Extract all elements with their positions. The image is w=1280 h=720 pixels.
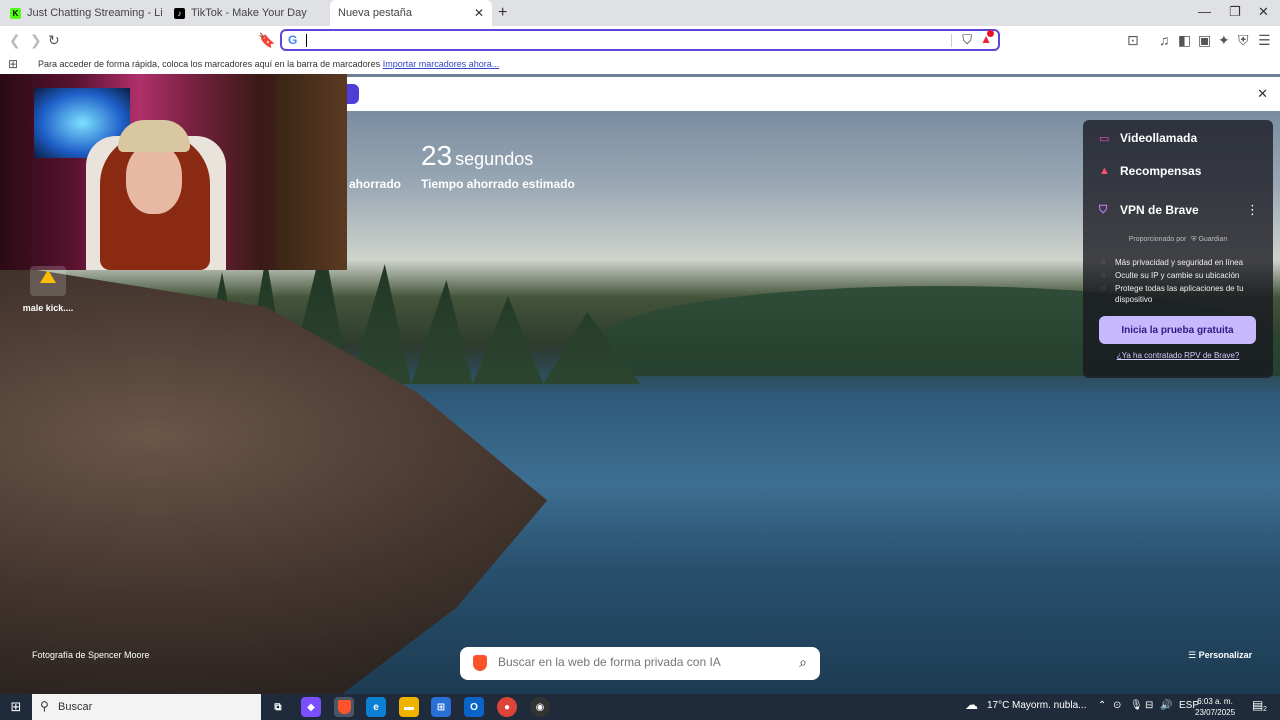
notifications-icon[interactable]: ▤ [1252, 698, 1263, 712]
brave-shields-icon[interactable]: ⛉ [962, 32, 972, 48]
text-caret [306, 34, 307, 47]
tab-search-icon[interactable]: ⊡ [1127, 31, 1139, 49]
file-explorer-icon[interactable]: ▬ [399, 697, 419, 717]
saved-label-partial: ahorrado [349, 177, 402, 191]
customize-icon: ☰ [1188, 650, 1199, 660]
widget-panel: ▭ Videollamada ▲ Recompensas ⛉ VPN de Br… [1083, 120, 1273, 378]
edge-icon[interactable]: e [366, 697, 386, 717]
brave-lion-icon [473, 655, 487, 671]
tab-label: Just Chatting Streaming - Live Stream [27, 7, 162, 19]
tab-label: Nueva pestaña [338, 7, 412, 19]
address-bar[interactable]: G ⛉ ▲ [280, 29, 1000, 51]
notification-count: 2 [1263, 706, 1267, 713]
menu-icon[interactable]: ☰ [1258, 31, 1271, 49]
search-icon[interactable]: ⌕ [799, 654, 807, 671]
taskbar-search[interactable]: ⚲ Buscar [32, 694, 261, 720]
search-box[interactable]: ⌕ [460, 647, 820, 680]
video-cap [118, 120, 190, 152]
weather-icon[interactable]: ☁ [965, 697, 978, 713]
outlook-icon[interactable]: O [464, 697, 484, 717]
store-icon[interactable]: ⊞ [431, 697, 451, 717]
powered-by: Proporcionado por ⛨ Guardian [1128, 236, 1228, 243]
vpn-shield-icon: ⛉ [1099, 203, 1108, 216]
rewards-card[interactable]: ▲ Recompensas [1099, 164, 1201, 178]
guardian-icon: ⛨ [1191, 236, 1197, 243]
time-saved-label: Tiempo ahorrado estimado [421, 177, 575, 191]
obs-icon[interactable]: ◉ [530, 697, 550, 717]
rewards-icon: ▲ [1099, 165, 1110, 177]
microphone-icon[interactable]: 🎙 [1130, 700, 1143, 711]
rewards-badge [987, 30, 994, 37]
close-window-button[interactable]: ✕ [1258, 4, 1269, 20]
vpn-benefit: ◌ Oculte su IP y cambie su ubicación [1101, 271, 1240, 280]
new-tab-button[interactable]: + [498, 4, 507, 22]
copilot-icon[interactable]: ◆ [301, 697, 321, 717]
video-call-card[interactable]: ▭ Videollamada [1099, 131, 1197, 145]
leo-ai-icon[interactable]: ✦ [1218, 31, 1230, 49]
close-banner-icon[interactable]: ✕ [1257, 86, 1268, 102]
top-site-label: male kick.... [22, 303, 74, 313]
weather-desc[interactable]: Mayorm. nubla... [1012, 700, 1086, 711]
video-bookshelf [276, 74, 347, 270]
tab-label: TikTok - Make Your Day [191, 7, 307, 19]
tab-kick[interactable]: K Just Chatting Streaming - Live Stream [2, 0, 162, 26]
vpn-benefit: ◌ Protege todas las aplicaciones de tu d… [1101, 284, 1244, 304]
tab-strip: K Just Chatting Streaming - Live Stream … [0, 0, 1280, 26]
top-site-tile[interactable] [30, 266, 66, 296]
bookmark-icon[interactable]: 🔖 [258, 31, 275, 49]
sidebar-icon[interactable]: ◧ [1178, 31, 1191, 49]
meet-now-icon[interactable]: ⊙ [1113, 700, 1121, 711]
check-icon: ◌ [1101, 259, 1106, 266]
vpn-benefit: ◌ Más privacidad y seguridad en línea [1101, 258, 1244, 267]
start-trial-button[interactable]: Inicia la prueba gratuita [1099, 316, 1256, 344]
notification-banner: ✕ [347, 77, 1280, 111]
minimize-button[interactable]: — [1198, 4, 1211, 19]
close-tab-icon[interactable]: ✕ [474, 6, 484, 20]
clock[interactable]: 6:03 a. m. 23/07/2025 [1195, 696, 1235, 718]
google-icon: G [288, 33, 298, 47]
bookmarks-hint: Para acceder de forma rápida, coloca los… [38, 59, 500, 69]
taskbar: ⊞ ⚲ Buscar ⧉ ◆ e ▬ ⊞ O ● ◉ ☁ 17°C Mayorm… [0, 694, 1280, 720]
music-icon[interactable]: ♫ [1159, 31, 1170, 49]
video-call-icon: ▭ [1099, 132, 1110, 145]
task-view-icon[interactable]: ⧉ [268, 697, 288, 717]
tab-new[interactable]: Nueva pestaña ✕ [330, 0, 492, 26]
apps-grid-icon[interactable]: ⊞ [8, 57, 18, 71]
photo-credit[interactable]: Fotografía de Spencer Moore [32, 650, 150, 660]
already-subscribed-link[interactable]: ¿Ya ha contratado RPV de Brave? [1083, 351, 1273, 360]
more-options-icon[interactable]: ⋮ [1246, 202, 1259, 218]
import-bookmarks-link[interactable]: Importar marcadores ahora... [383, 59, 500, 69]
tab-tiktok[interactable]: ♪ TikTok - Make Your Day [166, 0, 326, 26]
google-drive-icon [40, 270, 56, 283]
url-input[interactable] [310, 32, 910, 48]
chrome-icon[interactable]: ● [497, 697, 517, 717]
volume-icon[interactable]: 🔊 [1160, 700, 1172, 711]
restore-button[interactable]: ❐ [1229, 4, 1241, 20]
brave-taskbar-icon[interactable] [334, 697, 354, 717]
toolbar: ❮ ❯ ↻ 🔖 G ⛉ ▲ ⊡ ♫ ◧ ▣ ✦ ⛨ ☰ [0, 26, 1280, 54]
pip-video[interactable] [0, 74, 347, 270]
check-icon: ◌ [1101, 272, 1106, 279]
windows-start-icon[interactable]: ⊞ [0, 694, 32, 720]
banner-button[interactable] [347, 84, 359, 104]
kick-icon: K [10, 7, 21, 19]
forward-icon[interactable]: ❯ [30, 31, 42, 49]
vpn-card-title[interactable]: ⛉ VPN de Brave [1099, 203, 1199, 217]
search-input[interactable] [498, 655, 788, 669]
time-saved-value: 23 segundos [421, 140, 534, 171]
divider [951, 34, 952, 47]
customize-button[interactable]: ☰ Personalizar [1188, 650, 1252, 661]
weather-temp[interactable]: 17°C [987, 700, 1009, 711]
bookmarks-bar: ⊞ Para acceder de forma rápida, coloca l… [0, 54, 1280, 74]
wallet-icon[interactable]: ▣ [1198, 31, 1211, 49]
search-icon: ⚲ [40, 699, 49, 713]
check-icon: ◌ [1101, 285, 1106, 292]
show-hidden-icons[interactable]: ⌃ [1098, 700, 1106, 711]
vpn-icon[interactable]: ⛨ [1238, 31, 1249, 49]
network-icon[interactable]: ⊟ [1145, 700, 1153, 711]
reload-icon[interactable]: ↻ [48, 31, 60, 49]
back-icon[interactable]: ❮ [9, 31, 21, 49]
tiktok-icon: ♪ [174, 7, 185, 19]
video-face [126, 144, 182, 214]
